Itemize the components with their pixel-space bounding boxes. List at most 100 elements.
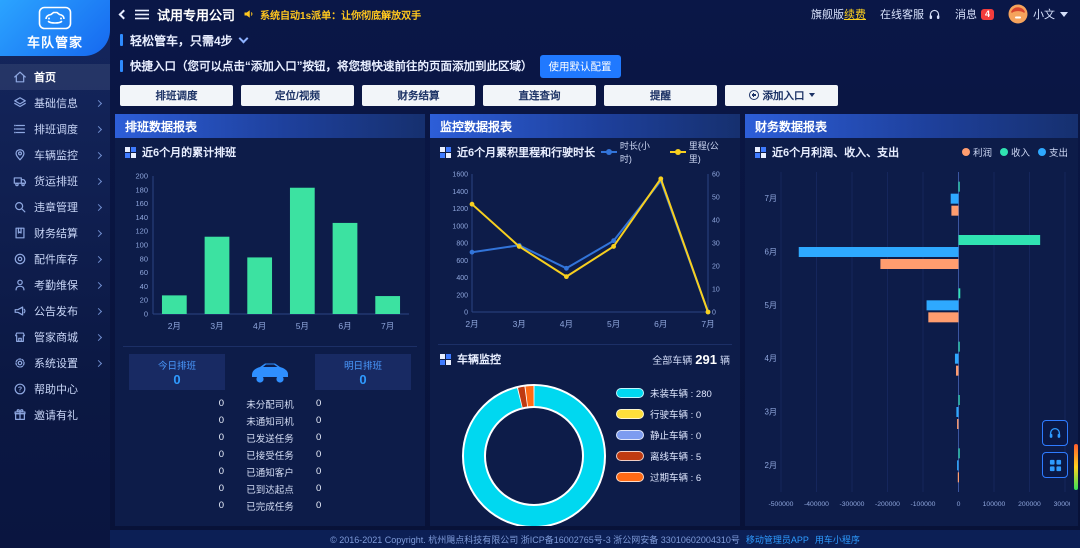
sidebar-item-4[interactable]: 货运排班 <box>0 168 110 194</box>
announcement-text: 系统自动1s派单：让你彻底解放双手 <box>260 7 421 22</box>
grid-icon <box>440 354 451 365</box>
tomorrow-schedule-value: 0 <box>359 372 366 387</box>
sidebar-item-1[interactable]: 基础信息 <box>0 90 110 116</box>
parts-icon <box>12 252 27 267</box>
sidebar-item-5[interactable]: 违章管理 <box>0 194 110 220</box>
main-area: 试用专用公司 系统自动1s派单：让你彻底解放双手 旗舰版续费 在线客服 <box>110 0 1080 548</box>
grid-layout-icon <box>1049 459 1062 472</box>
headset-icon <box>1048 426 1062 440</box>
sidebar-item-11[interactable]: 系统设置 <box>0 350 110 376</box>
monitor-chart-title: 近6个月累积里程和行驶时长 <box>457 144 595 160</box>
sidebar-item-0[interactable]: 首页 <box>0 64 110 90</box>
renew-link[interactable]: 续费 <box>844 9 866 21</box>
svg-text:800: 800 <box>456 241 468 248</box>
sidebar-item-label: 配件库存 <box>34 251 96 267</box>
quick-button-3[interactable]: 直连查询 <box>483 85 596 106</box>
sidebar-item-9[interactable]: 公告发布 <box>0 298 110 324</box>
tomorrow-count: 0 <box>316 500 411 511</box>
today-count: 0 <box>129 415 224 426</box>
chevron-down-icon[interactable] <box>238 33 248 43</box>
sidebar-item-12[interactable]: ?帮助中心 <box>0 376 110 402</box>
donut-legend-item[interactable]: 未装车辆 : 280 <box>616 386 712 400</box>
legend-item[interactable]: 利润 <box>962 145 992 159</box>
svg-text:30: 30 <box>712 241 720 248</box>
svg-text:7月: 7月 <box>701 319 714 329</box>
quick-button-2[interactable]: 财务结算 <box>362 85 475 106</box>
layout-float-button[interactable] <box>1042 452 1068 478</box>
svg-text:1600: 1600 <box>452 172 468 179</box>
admin-app-link[interactable]: 移动管理员APP <box>746 533 809 546</box>
status-row: 0未通知司机0 <box>115 412 425 429</box>
sidebar-item-6[interactable]: 财务结算 <box>0 220 110 246</box>
svg-text:2月: 2月 <box>765 461 777 470</box>
svg-text:40: 40 <box>712 218 720 225</box>
support-float-button[interactable] <box>1042 420 1068 446</box>
svg-text:140: 140 <box>135 213 148 222</box>
sidebar-item-label: 违章管理 <box>34 199 96 215</box>
sidebar-item-8[interactable]: 考勤维保 <box>0 272 110 298</box>
company-name[interactable]: 试用专用公司 <box>157 5 235 24</box>
legend-item[interactable]: 支出 <box>1038 145 1068 159</box>
sidebar-item-3[interactable]: 车辆监控 <box>0 142 110 168</box>
mini-program-link[interactable]: 用车小程序 <box>815 533 860 546</box>
add-entry-button[interactable]: 添加入口 <box>725 85 838 106</box>
legend-item[interactable]: 时长(小时) <box>601 139 661 165</box>
today-schedule-box[interactable]: 今日排班 0 <box>129 354 225 390</box>
chevron-right-icon <box>95 281 102 288</box>
svg-text:4月: 4月 <box>253 321 266 331</box>
svg-text:?: ? <box>17 387 21 394</box>
svg-text:10: 10 <box>712 287 720 294</box>
donut-legend-item[interactable]: 静止车辆 : 0 <box>616 428 712 442</box>
legend-item[interactable]: 里程(公里) <box>670 139 730 165</box>
finance-chart-title-row: 近6个月利润、收入、支出 利润收入支出 <box>745 140 1078 164</box>
use-default-config-button[interactable]: 使用默认配置 <box>540 55 621 78</box>
accent-bar <box>120 34 123 46</box>
svg-text:-500000: -500000 <box>769 501 794 508</box>
svg-text:-100000: -100000 <box>911 501 936 508</box>
donut-legend-item[interactable]: 行驶车辆 : 0 <box>616 407 712 421</box>
subheader: 轻松管车，只需4步 <box>110 28 1080 52</box>
sidebar-item-7[interactable]: 配件库存 <box>0 246 110 272</box>
announcement: 系统自动1s派单：让你彻底解放双手 <box>243 7 421 22</box>
car-icon <box>247 358 293 386</box>
caret-down-icon <box>809 93 815 97</box>
user-menu[interactable]: 小文 <box>1008 4 1068 24</box>
donut-legend-item[interactable]: 离线车辆 : 5 <box>616 449 712 463</box>
vehicle-total-value: 291 <box>695 352 717 367</box>
sidebar-item-label: 货运排班 <box>34 173 96 189</box>
menu-icon[interactable] <box>135 9 149 20</box>
quick-button-0[interactable]: 排班调度 <box>120 85 233 106</box>
messages[interactable]: 消息 4 <box>955 6 994 22</box>
svg-text:50: 50 <box>712 195 720 202</box>
status-label: 已接受任务 <box>224 448 316 462</box>
online-support[interactable]: 在线客服 <box>880 6 941 22</box>
chevron-right-icon <box>95 203 102 210</box>
svg-text:-400000: -400000 <box>804 501 829 508</box>
sidebar-item-label: 车辆监控 <box>34 147 96 163</box>
sidebar-item-label: 管家商城 <box>34 329 96 345</box>
legend-chip <box>616 451 644 461</box>
donut-legend-item[interactable]: 过期车辆 : 6 <box>616 470 712 484</box>
svg-text:200000: 200000 <box>1018 501 1041 508</box>
svg-text:180: 180 <box>135 185 148 194</box>
quick-button-4[interactable]: 提醒 <box>604 85 717 106</box>
sidebar-item-2[interactable]: 排班调度 <box>0 116 110 142</box>
plan-renew: 旗舰版续费 <box>811 6 866 22</box>
vehicle-monitor-row: 车辆监控 全部车辆 291 辆 <box>430 348 740 370</box>
svg-text:100: 100 <box>135 241 148 250</box>
tomorrow-schedule-box[interactable]: 明日排班 0 <box>315 354 411 390</box>
svg-text:160: 160 <box>135 199 148 208</box>
legend-marker-icon <box>601 148 617 156</box>
sidebar-item-13[interactable]: 邀请有礼 <box>0 402 110 428</box>
username: 小文 <box>1033 6 1055 22</box>
quick-button-1[interactable]: 定位/视频 <box>241 85 354 106</box>
sidebar-item-10[interactable]: 管家商城 <box>0 324 110 350</box>
back-icon[interactable] <box>119 9 129 19</box>
svg-text:5月: 5月 <box>765 301 777 310</box>
app-logo[interactable]: 车队管家 <box>0 0 110 56</box>
vehicle-donut-chart <box>438 374 616 526</box>
svg-text:0: 0 <box>957 501 961 508</box>
legend-dot-icon <box>1000 148 1008 156</box>
legend-item[interactable]: 收入 <box>1000 145 1030 159</box>
topbar-right: 旗舰版续费 在线客服 消息 4 <box>811 4 1068 24</box>
